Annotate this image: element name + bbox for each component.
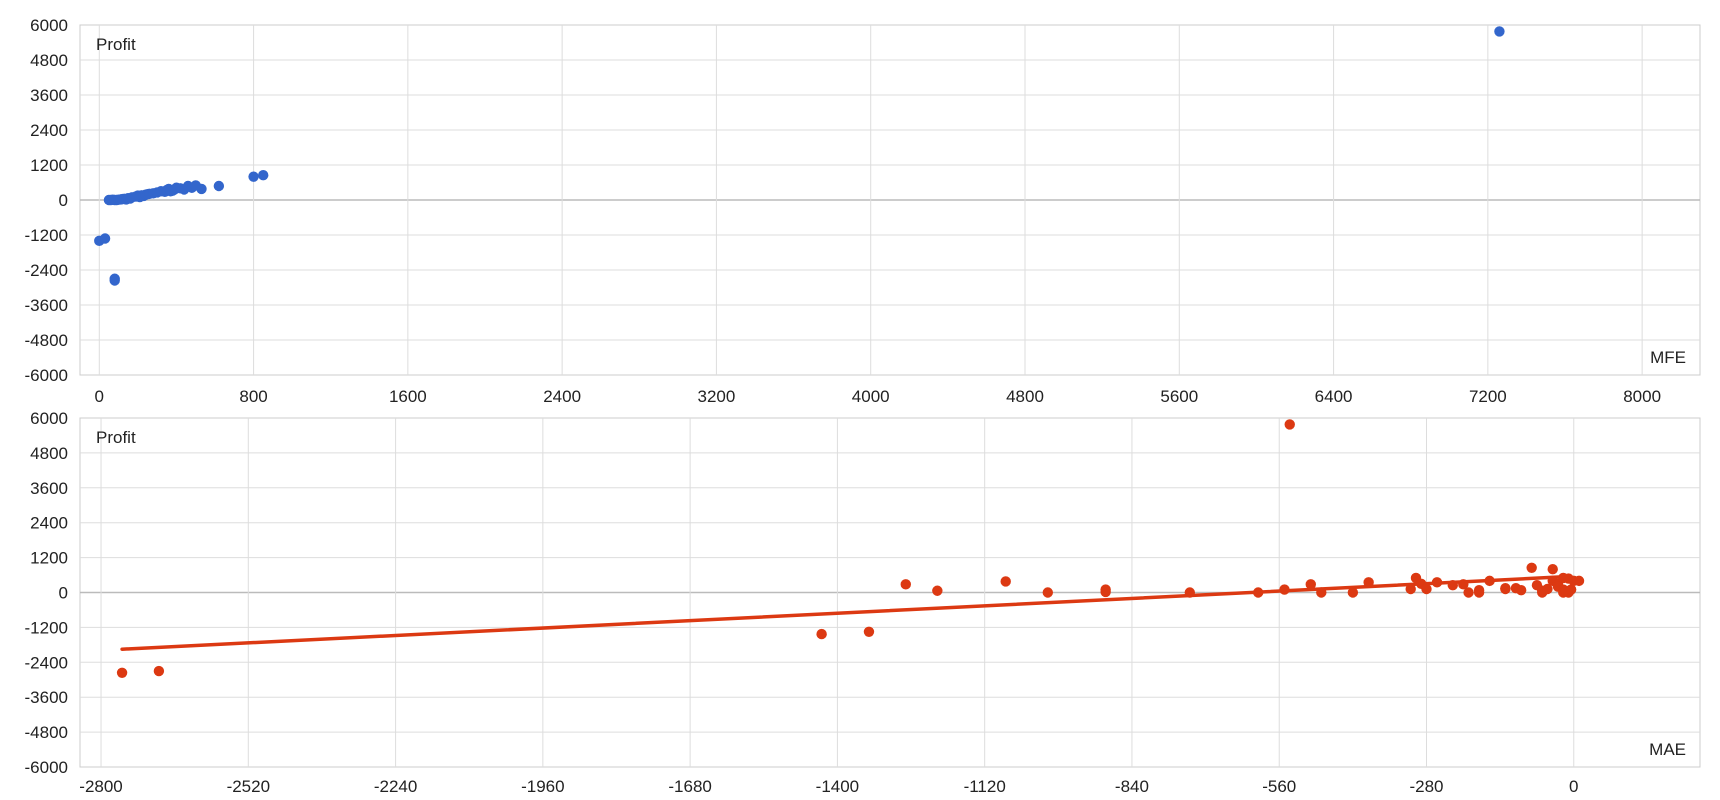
data-point	[1547, 564, 1558, 575]
data-point	[213, 180, 225, 192]
y-axis-title: Profit	[96, 428, 136, 447]
y-tick-label: 4800	[30, 51, 68, 70]
y-tick-label: -6000	[25, 758, 68, 777]
y-tick-label: -1200	[25, 618, 68, 637]
x-tick-label: 5600	[1160, 387, 1198, 406]
y-axis-title: Profit	[96, 35, 136, 54]
x-tick-label: 3200	[698, 387, 736, 406]
x-tick-label: -840	[1115, 777, 1149, 796]
x-tick-label: 8000	[1623, 387, 1661, 406]
x-tick-label: -560	[1262, 777, 1296, 796]
x-tick-label: 4000	[852, 387, 890, 406]
x-tick-label: -1400	[816, 777, 859, 796]
x-tick-label: -1120	[964, 777, 1006, 796]
mae-profit-chart: 6000 4800 3600 2400 1200 0 -1200 -2400 -3600 -480…	[25, 409, 1701, 796]
data-point	[1042, 587, 1053, 598]
data-point	[900, 579, 911, 590]
data-point	[258, 170, 269, 181]
data-point	[248, 171, 259, 182]
data-point	[1000, 576, 1011, 587]
data-point	[1305, 579, 1316, 590]
data-point	[1316, 587, 1327, 598]
x-tick-label: -1680	[668, 777, 711, 796]
data-point	[863, 626, 875, 637]
x-tick-label: 1600	[389, 387, 427, 406]
y-tick-label: 0	[59, 584, 68, 603]
data-point	[116, 667, 128, 678]
x-tick-label: -2520	[227, 777, 270, 796]
x-tick-label: -280	[1409, 777, 1443, 796]
y-tick-label: 0	[59, 191, 68, 210]
data-point	[1484, 575, 1495, 587]
data-point	[1526, 562, 1537, 573]
charts-svg: 6000 4800 3600 2400 1200 0 -1200 -2400 -3600 -480…	[25, 16, 1701, 796]
x-tick-label: -1960	[521, 777, 564, 796]
x-tick-label: 4800	[1006, 387, 1044, 406]
data-point	[109, 275, 120, 286]
data-point	[1447, 580, 1458, 591]
data-point	[1431, 577, 1443, 588]
data-point	[1500, 583, 1511, 595]
y-tick-label: 6000	[30, 409, 68, 428]
data-point	[99, 233, 111, 244]
data-point	[1284, 419, 1295, 430]
x-tick-label: -2240	[374, 777, 417, 796]
data-point	[932, 585, 943, 596]
y-tick-label: 6000	[30, 16, 68, 35]
data-point	[1515, 584, 1527, 596]
x-axis-title: MAE	[1649, 740, 1686, 759]
data-point	[1184, 587, 1196, 598]
y-tick-label: 1200	[30, 549, 68, 568]
y-tick-label: 4800	[30, 444, 68, 463]
data-point	[816, 628, 827, 640]
data-point	[1463, 587, 1474, 598]
data-point	[1100, 586, 1111, 598]
y-tick-label: -4800	[25, 723, 68, 742]
y-tick-label: -6000	[25, 366, 68, 385]
y-tick-label: 1200	[30, 156, 68, 175]
data-point	[1573, 575, 1585, 587]
x-tick-label: 0	[95, 387, 104, 406]
y-tick-label: 3600	[30, 86, 68, 105]
x-tick-label: 2400	[543, 387, 581, 406]
x-tick-label: 800	[239, 387, 267, 406]
data-point	[196, 183, 207, 195]
y-tick-label: -1200	[25, 226, 68, 245]
mfe-profit-chart: 6000 4800 3600 2400 1200 0 -1200 -2400 -3600 -480…	[25, 16, 1701, 406]
y-tick-label: -2400	[25, 653, 68, 672]
y-tick-label: -3600	[25, 688, 68, 707]
x-tick-label: 7200	[1469, 387, 1507, 406]
data-point	[1279, 584, 1290, 595]
x-tick-label: -2800	[79, 777, 122, 796]
y-tick-label: 2400	[30, 121, 68, 140]
data-point	[1347, 587, 1359, 598]
y-tick-label: 2400	[30, 514, 68, 533]
data-point	[1421, 583, 1432, 595]
data-point	[1252, 587, 1264, 598]
y-tick-label: 3600	[30, 479, 68, 498]
y-tick-label: -3600	[25, 296, 68, 315]
data-point	[153, 665, 165, 677]
y-tick-label: -2400	[25, 261, 68, 280]
x-tick-label: 6400	[1315, 387, 1353, 406]
x-tick-label: 0	[1569, 777, 1578, 796]
chart-canvas: 6000 4800 3600 2400 1200 0 -1200 -2400 -3600 -480…	[0, 0, 1720, 800]
y-tick-label: -4800	[25, 331, 68, 350]
data-point	[1473, 587, 1485, 598]
data-point	[1494, 26, 1505, 37]
data-point	[1405, 583, 1416, 595]
data-point	[1363, 577, 1374, 588]
x-axis-title: MFE	[1650, 348, 1686, 367]
